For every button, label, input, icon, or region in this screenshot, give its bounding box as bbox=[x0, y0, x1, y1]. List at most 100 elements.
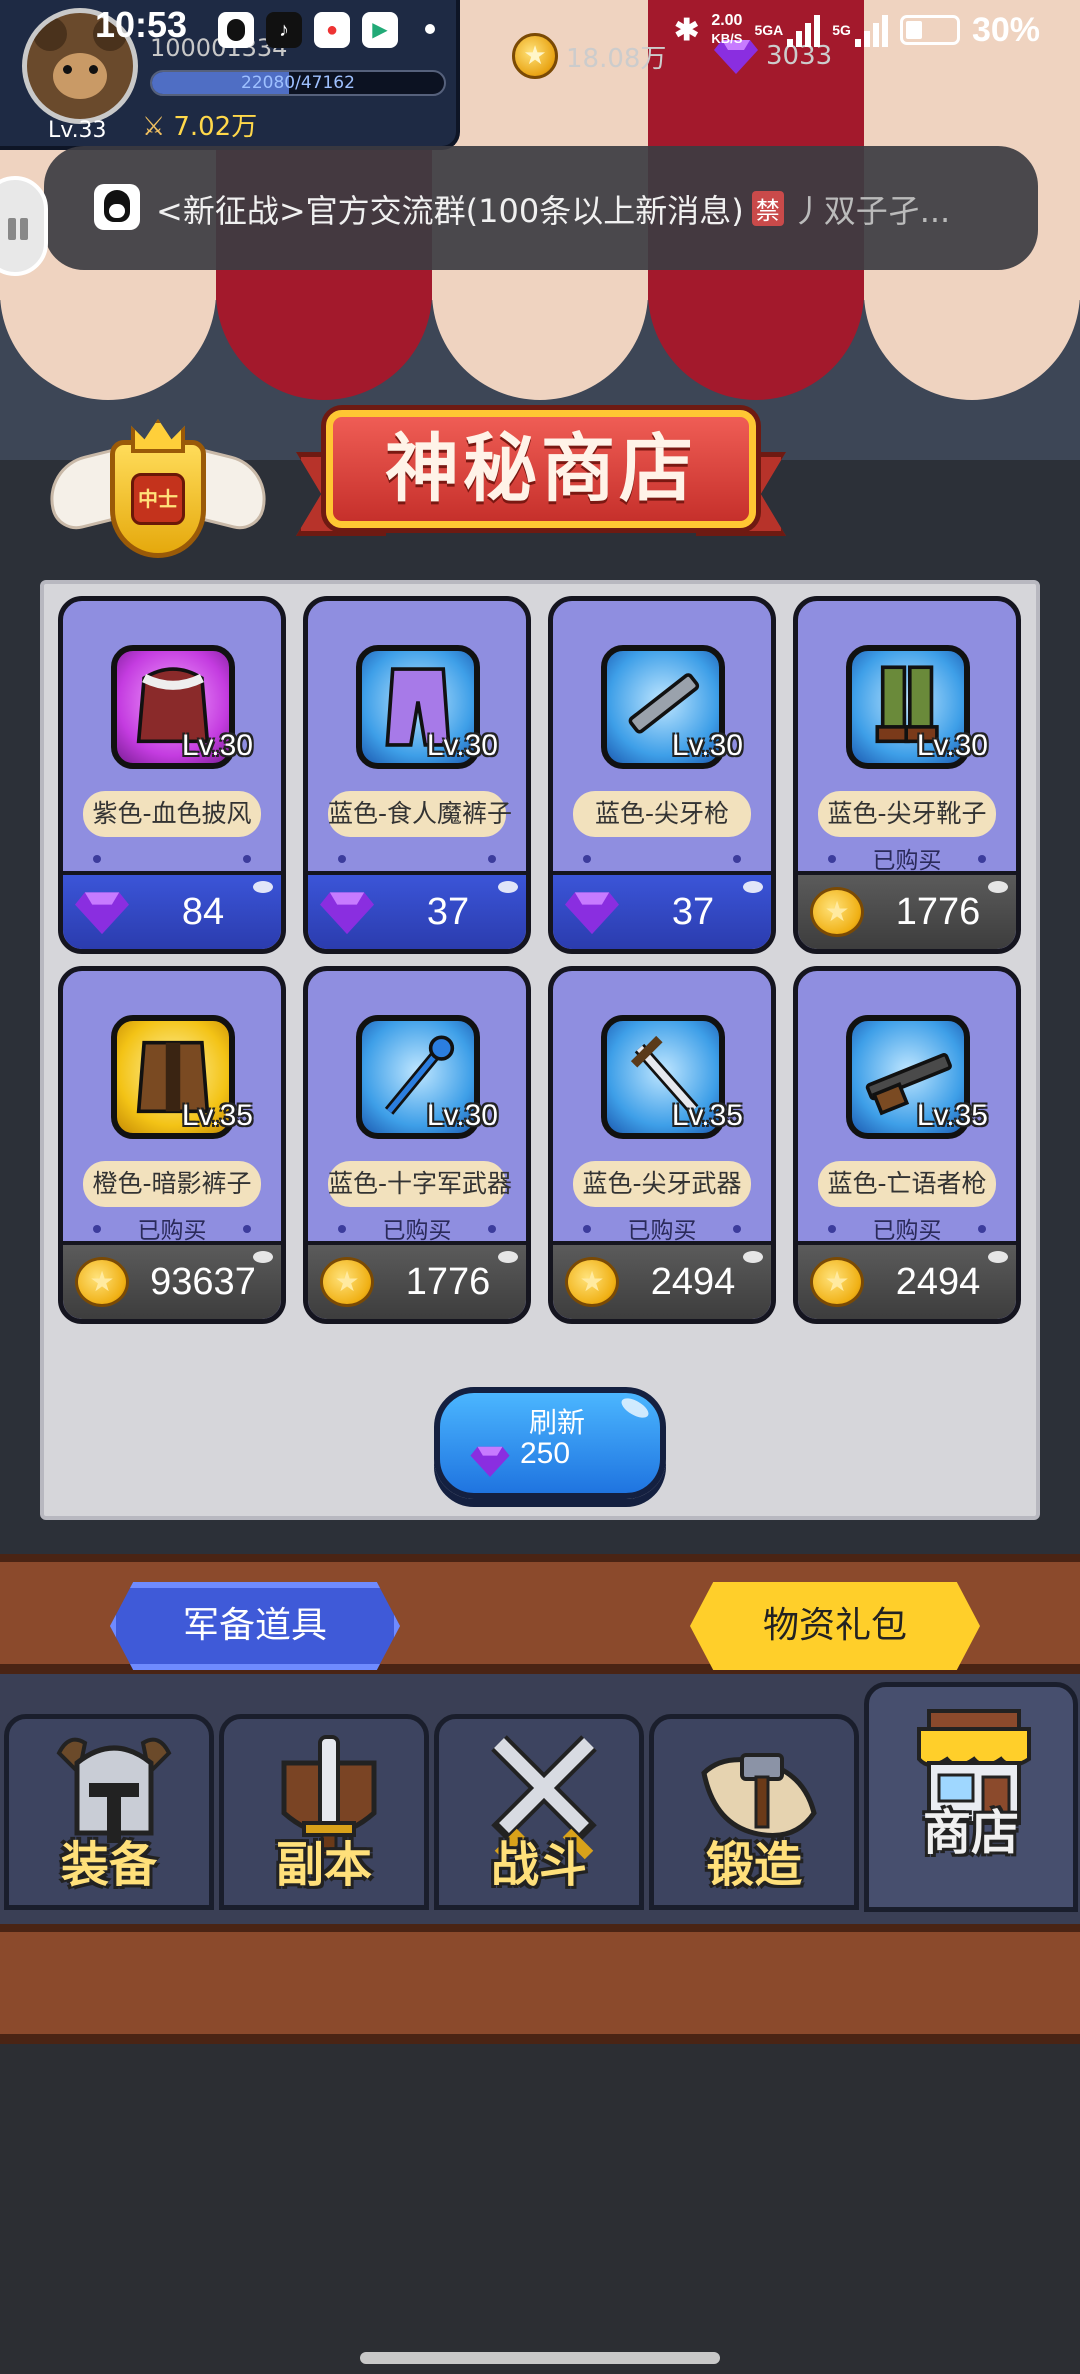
gloss-highlight bbox=[253, 1251, 273, 1263]
shop-item-card[interactable]: Lv.30 蓝色-食人魔裤子 37 bbox=[303, 596, 531, 954]
item-name: 蓝色-尖牙靴子 bbox=[818, 791, 996, 837]
item-name: 蓝色-食人魔裤子 bbox=[328, 791, 512, 837]
home-indicator[interactable] bbox=[360, 2352, 720, 2364]
item-level: Lv.30 bbox=[181, 729, 253, 762]
crown-icon bbox=[131, 419, 185, 453]
item-price: 1776 bbox=[405, 1261, 491, 1303]
purchased-label: 已购买 bbox=[627, 1218, 697, 1244]
coin-icon bbox=[75, 1257, 129, 1307]
item-price: 2494 bbox=[650, 1261, 736, 1303]
qq-icon bbox=[94, 184, 140, 230]
tab-equipment[interactable]: 装备 bbox=[4, 1714, 214, 1910]
play-app-icon: ▶ bbox=[362, 12, 398, 48]
purchased-label: 已购买 bbox=[872, 1218, 942, 1244]
status-time: 10:53 bbox=[95, 4, 188, 45]
signal-1: 5GA bbox=[754, 13, 821, 47]
notification-tag: 禁 bbox=[751, 191, 784, 226]
shop-item-card[interactable]: Lv.35 蓝色-亡语者枪已购买 2494 bbox=[793, 966, 1021, 1324]
shop-item-card[interactable]: Lv.30 蓝色-尖牙靴子已购买 1776 bbox=[793, 596, 1021, 954]
price-button[interactable]: 37 bbox=[553, 871, 771, 949]
item-level: Lv.35 bbox=[181, 1099, 253, 1132]
rank-title: 中士 bbox=[131, 473, 185, 525]
item-name: 蓝色-亡语者枪 bbox=[818, 1161, 996, 1207]
price-button[interactable]: 1776 bbox=[308, 1241, 526, 1319]
price-button[interactable]: 84 bbox=[63, 871, 281, 949]
network-speed: 2.00 KB/S bbox=[711, 12, 743, 46]
refresh-button[interactable]: 刷新 250 bbox=[434, 1387, 666, 1499]
shop-item-card[interactable]: Lv.30 蓝色-尖牙枪 37 bbox=[548, 596, 776, 954]
player-level: Lv.33 bbox=[48, 118, 107, 143]
item-name: 橙色-暗影裤子 bbox=[83, 1161, 261, 1207]
gloss-highlight bbox=[743, 1251, 763, 1263]
tab-label: 战斗 bbox=[490, 1837, 587, 1893]
coin-icon bbox=[565, 1257, 619, 1307]
card-dot bbox=[733, 855, 741, 863]
item-level: Lv.30 bbox=[671, 729, 743, 762]
status-bar: 10:53 ♪ ● ▶ ✱ 2.00 KB/S 5GA 5G 30% bbox=[0, 0, 1080, 60]
bottom-nav: 装备 副本 战斗 锻造 商店 bbox=[0, 1674, 1080, 1924]
price-button[interactable]: 37 bbox=[308, 871, 526, 949]
combat-power-value: 7.02万 bbox=[173, 112, 258, 142]
exp-text: 22080/47162 bbox=[241, 73, 355, 93]
card-dot bbox=[583, 855, 591, 863]
more-notifications-dot bbox=[425, 24, 435, 34]
map-app-icon: ● bbox=[314, 12, 350, 48]
shop-item-card[interactable]: Lv.30 蓝色-十字军武器已购买 1776 bbox=[303, 966, 531, 1324]
price-button[interactable]: 93637 bbox=[63, 1241, 281, 1319]
refresh-cost: 250 bbox=[520, 1437, 571, 1470]
tab-forge[interactable]: 锻造 bbox=[649, 1714, 859, 1910]
gloss-highlight bbox=[743, 881, 763, 893]
item-price: 37 bbox=[426, 891, 470, 933]
item-level: Lv.30 bbox=[426, 729, 498, 762]
qq-icon bbox=[218, 12, 254, 48]
supply-packs-button[interactable]: 物资礼包 bbox=[690, 1582, 980, 1670]
exp-bar: 22080/47162 bbox=[150, 70, 446, 96]
gem-icon bbox=[470, 1446, 510, 1477]
gem-icon bbox=[320, 892, 374, 935]
rank-shield-icon: 中士 bbox=[110, 419, 206, 558]
item-price: 93637 bbox=[150, 1261, 256, 1303]
tab-label: 装备 bbox=[60, 1837, 157, 1893]
card-dot bbox=[488, 855, 496, 863]
rank-badge: 中士 bbox=[40, 412, 276, 592]
military-items-button[interactable]: 军备道具 bbox=[110, 1582, 400, 1670]
shop-item-card[interactable]: Lv.30 紫色-血色披风 84 bbox=[58, 596, 286, 954]
tab-battle[interactable]: 战斗 bbox=[434, 1714, 644, 1910]
tab-dungeon[interactable]: 副本 bbox=[219, 1714, 429, 1910]
item-name: 紫色-血色披风 bbox=[83, 791, 261, 837]
battery-icon bbox=[899, 15, 960, 45]
item-price: 84 bbox=[181, 891, 225, 933]
gloss-highlight bbox=[988, 881, 1008, 893]
floor-bar bbox=[0, 1924, 1080, 2044]
signal-2: 5G bbox=[832, 13, 888, 47]
pause-button[interactable] bbox=[0, 176, 48, 276]
tab-label: 商店 bbox=[922, 1805, 1019, 1861]
coin-icon bbox=[810, 887, 864, 937]
item-level: Lv.30 bbox=[426, 1099, 498, 1132]
gem-icon bbox=[75, 892, 129, 935]
item-price: 1776 bbox=[895, 891, 981, 933]
price-button[interactable]: 2494 bbox=[798, 1241, 1016, 1319]
message-notification[interactable]: <新征战>官方交流群(100条以上新消息) 禁丿双子孑... bbox=[44, 146, 1038, 270]
tiktok-icon: ♪ bbox=[266, 12, 302, 48]
tab-shop[interactable]: 商店 bbox=[864, 1682, 1078, 1912]
coin-icon bbox=[810, 1257, 864, 1307]
combat-power: ⚔ 7.02万 bbox=[142, 106, 257, 143]
gloss-highlight bbox=[498, 881, 518, 893]
shop-item-card[interactable]: Lv.35 橙色-暗影裤子已购买 93637 bbox=[58, 966, 286, 1324]
item-price: 37 bbox=[671, 891, 715, 933]
tab-label: 锻造 bbox=[705, 1837, 802, 1893]
shop-title: 神秘商店 bbox=[385, 426, 697, 512]
item-level: Lv.35 bbox=[916, 1099, 988, 1132]
price-button[interactable]: 2494 bbox=[553, 1241, 771, 1319]
shop-item-card[interactable]: Lv.35 蓝色-尖牙武器已购买 2494 bbox=[548, 966, 776, 1324]
signal-icon bbox=[787, 13, 821, 47]
purchased-label: 已购买 bbox=[872, 848, 942, 874]
coin-icon bbox=[320, 1257, 374, 1307]
signal-icon bbox=[854, 13, 888, 47]
price-button[interactable]: 1776 bbox=[798, 871, 1016, 949]
card-dot bbox=[243, 855, 251, 863]
bottom-empty-area bbox=[0, 2044, 1080, 2374]
shop-title-banner: 神秘商店 bbox=[296, 410, 786, 550]
crossed-swords-icon: ⚔ bbox=[142, 112, 166, 142]
